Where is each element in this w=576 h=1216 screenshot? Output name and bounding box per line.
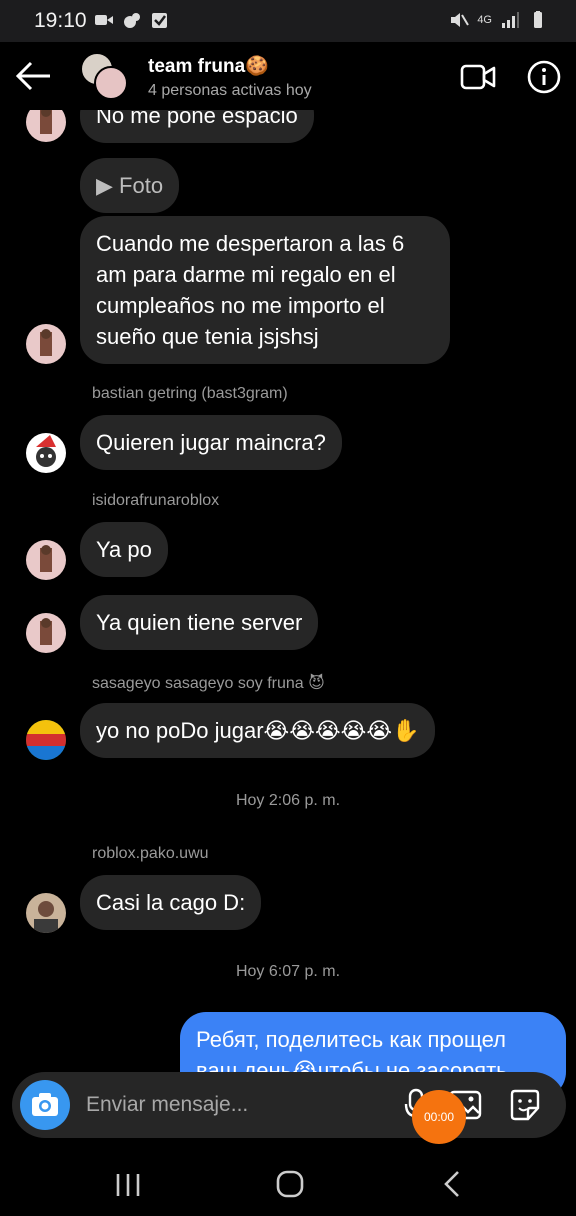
signal-icon <box>502 12 519 28</box>
recent-apps-icon[interactable] <box>114 1172 142 1198</box>
message-timestamp: Hoy 2:06 p. m. <box>235 792 341 809</box>
user-avatar[interactable] <box>26 433 66 473</box>
photo-message-bubble[interactable]: ▶ Foto <box>80 158 180 213</box>
group-avatar-photo-2 <box>94 66 128 100</box>
sender-name: roblox.pako.uwu <box>92 845 209 862</box>
message-bubble[interactable]: Quieren jugar maincra? <box>80 415 342 470</box>
message-thread[interactable]: No me pone espacio ▶ Foto Cuando me desp… <box>0 110 576 1110</box>
user-avatar[interactable] <box>26 110 66 142</box>
battery-icon <box>534 11 542 28</box>
message-bubble[interactable]: No me pone espacio <box>80 110 314 143</box>
user-avatar[interactable] <box>26 893 66 933</box>
message-bubble[interactable]: Ya po <box>80 522 168 577</box>
recording-timer-badge[interactable]: 00:00 <box>412 1090 466 1144</box>
message-timestamp: Hoy 6:07 p. m. <box>235 963 341 980</box>
message-bubble[interactable]: yo no poDo jugar😭😭😭😭😭✋ <box>80 703 436 758</box>
user-avatar[interactable] <box>26 540 66 580</box>
system-nav-bar <box>0 1150 576 1216</box>
camera-button[interactable] <box>20 1080 70 1130</box>
chat-header: team fruna🍪 4 personas activas hoy <box>0 42 576 110</box>
status-left-icons <box>94 11 170 29</box>
sender-name: isidorafrunaroblox <box>92 492 220 509</box>
message-input[interactable] <box>86 1089 386 1121</box>
status-bar: 19:10 4G <box>0 0 576 42</box>
user-avatar[interactable] <box>26 324 66 364</box>
chat-title[interactable]: team fruna🍪 <box>148 54 269 78</box>
status-right-icons: 4G <box>449 11 548 29</box>
video-camera-icon[interactable] <box>460 62 496 92</box>
home-icon[interactable] <box>276 1170 304 1198</box>
back-nav-icon[interactable] <box>440 1170 464 1198</box>
status-time: 19:10 <box>34 9 87 32</box>
group-avatar[interactable] <box>80 52 130 102</box>
message-bubble[interactable]: Ya quien tiene server <box>80 595 319 650</box>
active-status: 4 personas activas hoy <box>148 82 312 99</box>
message-bubble[interactable]: Cuando me despertaron a las 6 am para da… <box>80 216 450 364</box>
fruit-notification-icon <box>124 13 140 28</box>
camera-icon <box>32 1093 58 1116</box>
message-composer <box>12 1072 566 1138</box>
arrow-left-icon[interactable] <box>14 58 54 94</box>
user-avatar[interactable] <box>26 613 66 653</box>
network-type: 4G <box>477 14 492 26</box>
video-notification-icon <box>95 15 113 25</box>
user-avatar[interactable] <box>26 720 66 760</box>
mute-icon <box>451 13 470 27</box>
checkbox-notification-icon <box>152 13 167 28</box>
message-bubble[interactable]: Casi la cago D: <box>80 875 262 930</box>
sender-name: bastian getring (bast3gram) <box>92 385 288 402</box>
sender-name: sasageyo sasageyo soy fruna 😈 <box>92 675 325 692</box>
sticker-icon[interactable] <box>508 1088 542 1122</box>
info-icon[interactable] <box>526 59 562 95</box>
